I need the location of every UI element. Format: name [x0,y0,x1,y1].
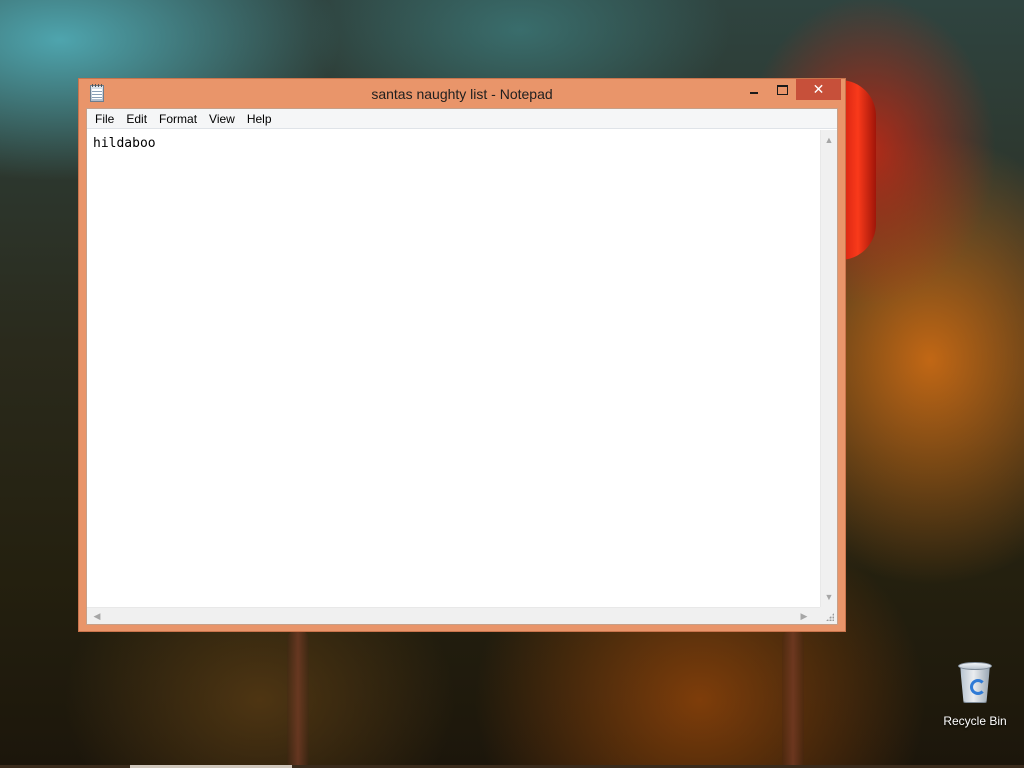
text-editor[interactable]: hildaboo [87,130,820,607]
window-title: santas naughty list - Notepad [371,86,553,102]
scroll-left-icon[interactable]: ◀ [89,608,105,624]
desktop-icon-label: Recycle Bin [943,714,1007,728]
resize-grip[interactable] [820,607,837,624]
title-bar[interactable]: santas naughty list - Notepad ✕ [79,79,845,109]
maximize-icon [776,84,788,95]
desktop: santas naughty list - Notepad ✕ File Edi… [0,0,1024,768]
recycle-bin-icon [958,660,992,704]
desktop-icon-recycle-bin[interactable]: Recycle Bin [938,660,1012,728]
close-icon: ✕ [812,81,825,97]
recycle-bin-body [960,666,990,703]
menu-edit[interactable]: Edit [120,109,153,129]
scroll-up-icon[interactable]: ▲ [821,132,837,148]
menu-format[interactable]: Format [153,109,203,129]
minimize-icon [750,91,758,94]
client-area: File Edit Format View Help hildaboo ▲ ▼ … [86,108,838,625]
close-button[interactable]: ✕ [796,79,841,100]
notepad-window: santas naughty list - Notepad ✕ File Edi… [78,78,846,632]
maximize-button[interactable] [769,79,795,100]
menu-view[interactable]: View [203,109,241,129]
background-stem [782,630,804,768]
menu-help[interactable]: Help [241,109,278,129]
background-stem [287,630,309,768]
recycle-bin-lid [958,662,992,670]
horizontal-scrollbar[interactable]: ◀ ▶ [87,607,820,624]
vertical-scrollbar[interactable]: ▲ ▼ [820,130,837,607]
minimize-button[interactable] [741,79,767,100]
menu-bar: File Edit Format View Help [87,109,837,129]
scroll-down-icon[interactable]: ▼ [821,589,837,605]
scroll-right-icon[interactable]: ▶ [796,608,812,624]
menu-file[interactable]: File [89,109,120,129]
